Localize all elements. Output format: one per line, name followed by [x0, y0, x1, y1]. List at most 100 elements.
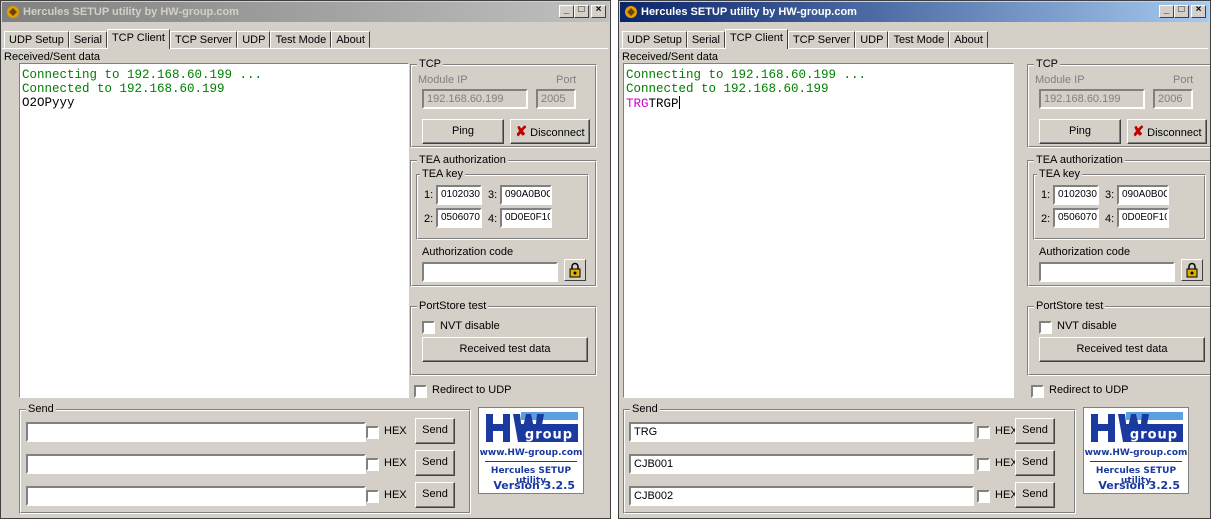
tab-about[interactable]: About	[949, 31, 988, 48]
hex-label-1: HEX	[384, 425, 407, 437]
send-button-1[interactable]: Send	[1015, 418, 1055, 444]
tab-udp-setup[interactable]: UDP Setup	[4, 31, 69, 48]
received-test-data-button[interactable]: Received test data	[422, 337, 588, 362]
tcp-group-label: TCP	[417, 58, 443, 70]
tea-key-label: TEA key	[1037, 168, 1082, 180]
tab-udp[interactable]: UDP	[237, 31, 271, 48]
hw-group-logo[interactable]: group www.HW-group.com Hercules SETUP ut…	[1083, 407, 1189, 494]
tab-about[interactable]: About	[331, 31, 370, 48]
received-test-data-button[interactable]: Received test data	[1039, 337, 1205, 362]
send-button-3[interactable]: Send	[415, 482, 455, 508]
received-line: Connecting to 192.168.60.199 ...	[626, 68, 867, 82]
authorization-code-field[interactable]	[1039, 262, 1175, 282]
tea-key-4-field[interactable]: 0D0E0F10	[500, 208, 552, 228]
module-ip-field[interactable]: 192.168.60.199	[422, 89, 528, 109]
title-bar[interactable]: Hercules SETUP utility by HW-group.com _…	[2, 2, 609, 22]
authorization-code-label: Authorization code	[422, 246, 514, 258]
maximize-button[interactable]: □	[574, 4, 589, 18]
minimize-button[interactable]: _	[559, 4, 574, 18]
send-group-label: Send	[26, 403, 56, 415]
ping-button[interactable]: Ping	[1039, 119, 1121, 144]
send-input-3[interactable]	[26, 486, 366, 506]
authorize-lock-button[interactable]	[1181, 259, 1203, 281]
close-button[interactable]: ×	[591, 4, 606, 18]
hex-checkbox-1[interactable]	[366, 426, 379, 439]
tea-key-2-field[interactable]: 05060708	[1053, 208, 1099, 228]
tea-key-1-field[interactable]: 01020304	[1053, 185, 1099, 205]
send-input-1[interactable]: TRG	[629, 422, 974, 442]
received-line: Connecting to 192.168.60.199 ...	[22, 68, 263, 82]
hw-group-logo[interactable]: group www.HW-group.com Hercules SETUP ut…	[478, 407, 584, 494]
hex-label-2: HEX	[384, 457, 407, 469]
send-button-1[interactable]: Send	[415, 418, 455, 444]
send-input-1[interactable]	[26, 422, 366, 442]
hex-checkbox-3[interactable]	[977, 490, 990, 503]
ping-button[interactable]: Ping	[422, 119, 504, 144]
tea-key-3-label: 3:	[488, 189, 498, 201]
tea-key-3-field[interactable]: 090A0B0C	[1117, 185, 1169, 205]
send-button-2[interactable]: Send	[1015, 450, 1055, 476]
send-input-2[interactable]	[26, 454, 366, 474]
send-input-2[interactable]: CJB001	[629, 454, 974, 474]
hercules-window-right[interactable]: Hercules SETUP utility by HW-group.com _…	[618, 0, 1211, 519]
hex-checkbox-1[interactable]	[977, 426, 990, 439]
send-input-3[interactable]: CJB002	[629, 486, 974, 506]
hercules-app-icon	[625, 6, 637, 18]
redirect-to-udp-checkbox[interactable]	[1031, 385, 1044, 398]
tab-tcp-client[interactable]: TCP Client	[724, 29, 788, 49]
received-data-area[interactable]: Connecting to 192.168.60.199 ... Connecte…	[19, 63, 409, 398]
hex-checkbox-3[interactable]	[366, 490, 379, 503]
tea-key-label: TEA key	[420, 168, 465, 180]
hex-checkbox-2[interactable]	[977, 458, 990, 471]
redirect-to-udp-checkbox[interactable]	[414, 385, 427, 398]
hw-group-logo-mark: group	[486, 412, 578, 443]
disconnect-button[interactable]: ✘ Disconnect	[510, 119, 590, 144]
received-data-label: Received/Sent data	[622, 51, 719, 63]
portstore-group-label: PortStore test	[417, 300, 489, 312]
received-data-area[interactable]: Connecting to 192.168.60.199 ... Connecte…	[623, 63, 1014, 398]
tab-udp[interactable]: UDP	[855, 31, 889, 48]
tea-key-1-field[interactable]: 01020304	[436, 185, 482, 205]
minimize-button[interactable]: _	[1159, 4, 1174, 18]
tab-tcp-server[interactable]: TCP Server	[787, 31, 856, 48]
nvt-disable-checkbox[interactable]	[1039, 321, 1052, 334]
svg-text:group: group	[1130, 428, 1178, 443]
tab-serial[interactable]: Serial	[686, 31, 725, 48]
disconnect-x-icon: ✘	[515, 123, 528, 139]
tab-serial[interactable]: Serial	[68, 31, 107, 48]
minimize-icon: _	[1163, 4, 1170, 15]
tab-tcp-server[interactable]: TCP Server	[169, 31, 238, 48]
disconnect-x-icon: ✘	[1132, 123, 1145, 139]
authorization-code-label: Authorization code	[1039, 246, 1131, 258]
disconnect-button[interactable]: ✘ Disconnect	[1127, 119, 1207, 144]
hex-checkbox-2[interactable]	[366, 458, 379, 471]
close-button[interactable]: ×	[1191, 4, 1206, 18]
port-label: Port	[556, 74, 577, 86]
tab-test-mode[interactable]: Test Mode	[888, 31, 950, 48]
received-line: O2OPyyy	[22, 96, 406, 110]
tea-key-4-field[interactable]: 0D0E0F10	[1117, 208, 1169, 228]
authorize-lock-button[interactable]	[564, 259, 586, 281]
tea-key-2-field[interactable]: 05060708	[436, 208, 482, 228]
tea-key-3-field[interactable]: 090A0B0C	[500, 185, 552, 205]
nvt-disable-checkbox[interactable]	[422, 321, 435, 334]
module-ip-field[interactable]: 192.168.60.199	[1039, 89, 1145, 109]
received-text: TRGP	[648, 97, 679, 111]
received-line: TRGTRGP	[626, 96, 1011, 111]
send-button-2[interactable]: Send	[415, 450, 455, 476]
maximize-button[interactable]: □	[1174, 4, 1189, 18]
port-label: Port	[1173, 74, 1194, 86]
port-field[interactable]: 2005	[536, 89, 576, 109]
tab-udp-setup[interactable]: UDP Setup	[622, 31, 687, 48]
tea-key-group: TEA key	[1033, 168, 1206, 240]
hercules-window-left[interactable]: Hercules SETUP utility by HW-group.com _…	[0, 0, 611, 519]
authorization-code-field[interactable]	[422, 262, 558, 282]
port-field[interactable]: 2006	[1153, 89, 1193, 109]
title-bar[interactable]: Hercules SETUP utility by HW-group.com _…	[620, 2, 1209, 22]
send-button-3[interactable]: Send	[1015, 482, 1055, 508]
tea-key-4-label: 4:	[488, 213, 498, 225]
module-ip-label: Module IP	[1035, 74, 1085, 86]
tab-test-mode[interactable]: Test Mode	[270, 31, 332, 48]
tab-tcp-client[interactable]: TCP Client	[106, 29, 170, 49]
logo-version: Version 3.2.5	[1098, 479, 1180, 492]
